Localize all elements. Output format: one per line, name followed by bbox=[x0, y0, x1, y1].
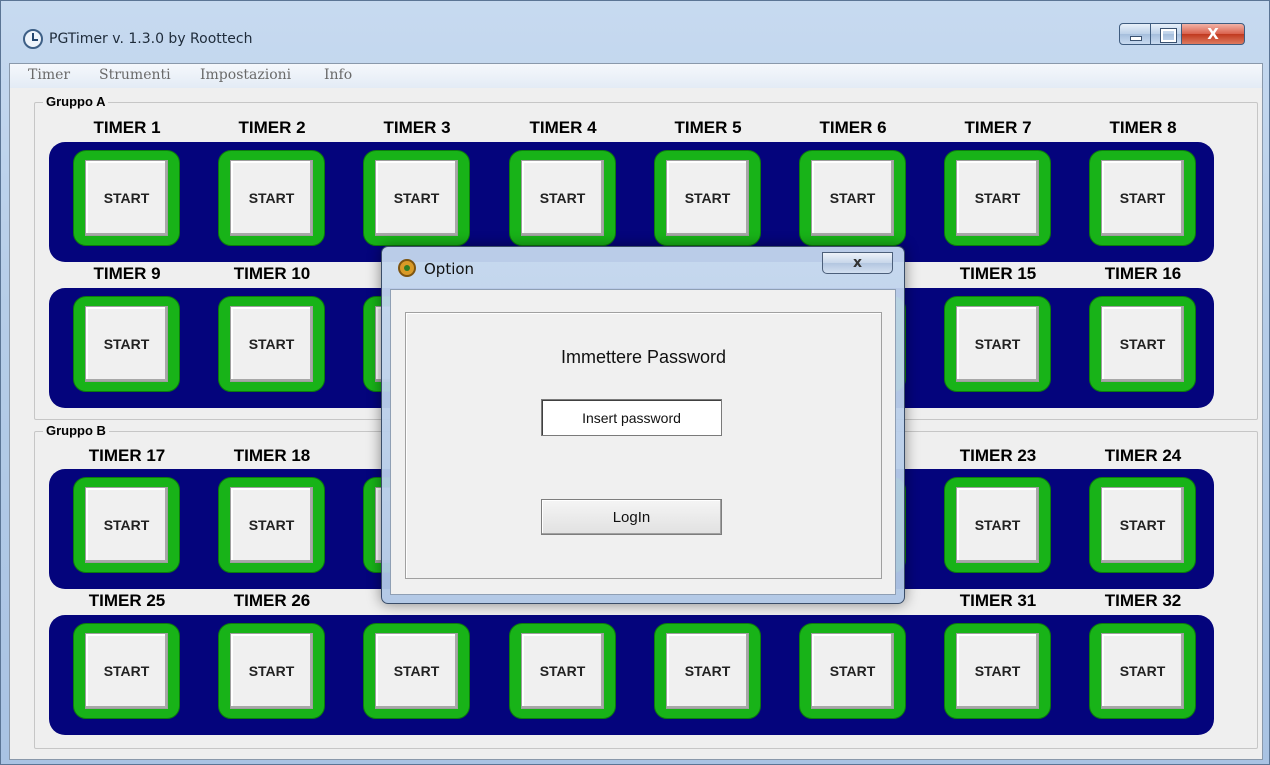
timer-tile: START bbox=[73, 150, 180, 246]
start-button[interactable]: START bbox=[956, 160, 1039, 236]
timer-tile: START bbox=[1089, 477, 1196, 573]
option-gear-icon bbox=[398, 259, 416, 277]
clock-icon bbox=[23, 29, 43, 49]
timer-tile: START bbox=[218, 623, 325, 719]
timer-label: TIMER 4 bbox=[529, 118, 597, 137]
start-button[interactable]: START bbox=[521, 633, 604, 709]
group-a-label: Gruppo A bbox=[43, 94, 109, 109]
timer-tile: START bbox=[218, 296, 325, 392]
timer-label: TIMER 17 bbox=[88, 446, 166, 465]
timer-tile: START bbox=[218, 477, 325, 573]
start-button[interactable]: START bbox=[956, 306, 1039, 382]
timer-label: TIMER 1 bbox=[93, 118, 161, 137]
password-prompt: Immettere Password bbox=[560, 347, 727, 367]
timer-tile: START bbox=[1089, 150, 1196, 246]
start-button[interactable]: START bbox=[521, 160, 604, 236]
dialog-close-button[interactable]: x bbox=[822, 252, 893, 274]
timer-tile: START bbox=[654, 150, 761, 246]
start-button[interactable]: START bbox=[230, 160, 313, 236]
start-button[interactable]: START bbox=[811, 633, 894, 709]
start-button[interactable]: START bbox=[956, 633, 1039, 709]
timer-label: TIMER 5 bbox=[674, 118, 742, 137]
group-b-label: Gruppo B bbox=[43, 423, 109, 438]
title-bar[interactable]: PGTimer v. 1.3.0 by Roottech X bbox=[1, 1, 1269, 63]
start-button[interactable]: START bbox=[85, 633, 168, 709]
start-button[interactable]: START bbox=[666, 160, 749, 236]
minimize-button[interactable] bbox=[1119, 23, 1151, 45]
menu-impostazioni[interactable]: Impostazioni bbox=[200, 67, 291, 83]
start-button[interactable]: START bbox=[85, 306, 168, 382]
menu-bar: Timer Strumenti Impostazioni Info bbox=[10, 64, 1262, 88]
start-button[interactable]: START bbox=[1101, 633, 1184, 709]
timer-label: TIMER 10 bbox=[233, 264, 311, 283]
timer-label: TIMER 16 bbox=[1104, 264, 1182, 283]
login-frame: Immettere Password LogIn bbox=[405, 312, 882, 579]
timer-label: TIMER 7 bbox=[964, 118, 1032, 137]
close-button[interactable]: X bbox=[1181, 23, 1245, 45]
timer-tile: START bbox=[799, 623, 906, 719]
password-input[interactable] bbox=[541, 399, 722, 436]
login-button[interactable]: LogIn bbox=[541, 499, 722, 535]
timer-tile: START bbox=[944, 296, 1051, 392]
start-button[interactable]: START bbox=[375, 160, 458, 236]
timer-tile: START bbox=[363, 150, 470, 246]
timer-tile: START bbox=[73, 623, 180, 719]
timer-tile: START bbox=[509, 623, 616, 719]
dialog-title: Option bbox=[424, 260, 475, 278]
timer-label: TIMER 24 bbox=[1104, 446, 1182, 465]
timer-tile: START bbox=[944, 623, 1051, 719]
start-button[interactable]: START bbox=[956, 487, 1039, 563]
start-button[interactable]: START bbox=[85, 487, 168, 563]
timer-tile: START bbox=[799, 150, 906, 246]
menu-timer[interactable]: Timer bbox=[28, 67, 70, 83]
timer-tile: START bbox=[944, 150, 1051, 246]
timer-label: TIMER 18 bbox=[233, 446, 311, 465]
timer-label: TIMER 15 bbox=[959, 264, 1037, 283]
start-button[interactable]: START bbox=[375, 633, 458, 709]
timer-label: TIMER 6 bbox=[819, 118, 887, 137]
timer-tile: START bbox=[73, 477, 180, 573]
start-button[interactable]: START bbox=[230, 633, 313, 709]
timer-tile: START bbox=[363, 623, 470, 719]
timer-tile: START bbox=[654, 623, 761, 719]
maximize-button[interactable] bbox=[1150, 23, 1182, 45]
timer-label: TIMER 3 bbox=[383, 118, 451, 137]
start-button[interactable]: START bbox=[230, 306, 313, 382]
menu-info[interactable]: Info bbox=[324, 67, 352, 83]
timer-tile: START bbox=[73, 296, 180, 392]
timer-tile: START bbox=[1089, 623, 1196, 719]
timer-label: TIMER 31 bbox=[959, 591, 1037, 610]
start-button[interactable]: START bbox=[1101, 160, 1184, 236]
start-button[interactable]: START bbox=[1101, 487, 1184, 563]
timer-label: TIMER 9 bbox=[93, 264, 161, 283]
start-button[interactable]: START bbox=[666, 633, 749, 709]
start-button[interactable]: START bbox=[85, 160, 168, 236]
timer-label: TIMER 2 bbox=[238, 118, 306, 137]
window-title: PGTimer v. 1.3.0 by Roottech bbox=[49, 31, 253, 47]
timer-tile: START bbox=[1089, 296, 1196, 392]
start-button[interactable]: START bbox=[1101, 306, 1184, 382]
dialog-body: Immettere Password LogIn bbox=[390, 289, 896, 595]
timer-label: TIMER 23 bbox=[959, 446, 1037, 465]
timer-label: TIMER 26 bbox=[233, 591, 311, 610]
timer-tile: START bbox=[944, 477, 1051, 573]
option-dialog: Option x Immettere Password LogIn bbox=[381, 246, 905, 604]
timer-label: TIMER 25 bbox=[88, 591, 166, 610]
start-button[interactable]: START bbox=[230, 487, 313, 563]
timer-label: TIMER 8 bbox=[1109, 118, 1177, 137]
timer-tile: START bbox=[509, 150, 616, 246]
timer-tile: START bbox=[218, 150, 325, 246]
timer-label: TIMER 32 bbox=[1104, 591, 1182, 610]
menu-strumenti[interactable]: Strumenti bbox=[99, 67, 171, 83]
start-button[interactable]: START bbox=[811, 160, 894, 236]
